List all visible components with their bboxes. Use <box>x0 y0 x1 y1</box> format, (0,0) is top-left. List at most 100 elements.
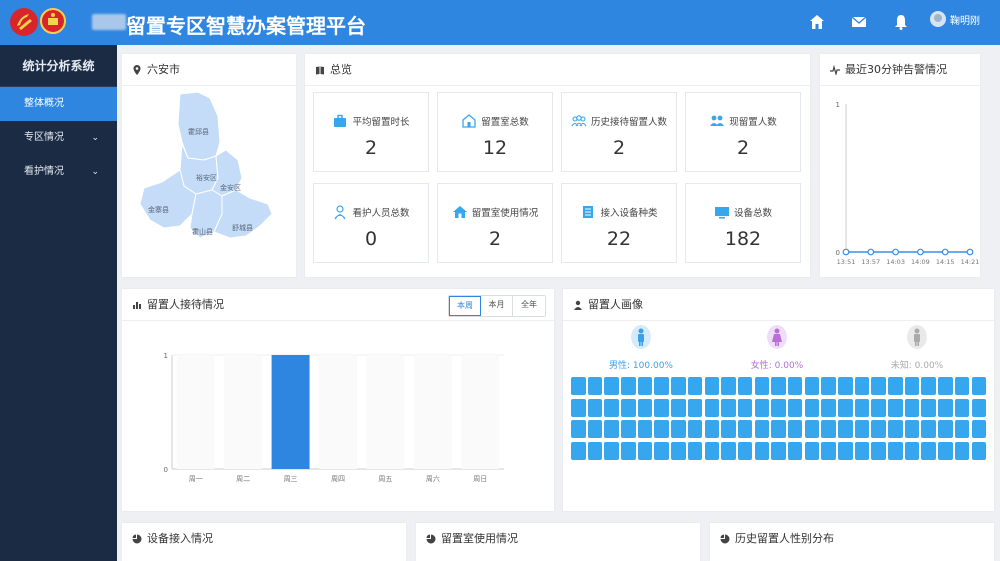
x-tick-label: 周二 <box>236 475 250 483</box>
person-cell <box>737 398 753 417</box>
x-tick-label: 周五 <box>378 475 392 483</box>
card-label: 设备总数 <box>733 208 772 219</box>
panel-title: 总览 <box>305 54 810 86</box>
person-cell <box>821 420 836 438</box>
person-cell <box>754 420 770 438</box>
card-label: 历史接待留置人数 <box>590 117 667 128</box>
map-label: 金寨县 <box>148 205 169 214</box>
stat-card-history-reception[interactable]: 历史接待留置人数 2 <box>561 92 677 172</box>
person-cell <box>838 377 853 395</box>
card-value: 2 <box>488 228 502 250</box>
person-cell <box>871 420 886 438</box>
person-cell <box>938 398 953 417</box>
person-cell <box>687 441 703 460</box>
card-value: 2 <box>364 137 378 159</box>
x-tick-label: 14:09 <box>911 258 930 266</box>
range-week-button[interactable]: 本周 <box>449 296 481 316</box>
person-cell <box>821 398 836 417</box>
person-cell <box>821 377 836 395</box>
person-cell <box>571 441 586 460</box>
x-tick-label: 周日 <box>473 475 487 483</box>
stat-card-device-total[interactable]: 设备总数 182 <box>685 183 801 263</box>
person-cell <box>654 420 669 438</box>
person-cell <box>771 441 786 460</box>
users-icon <box>710 115 725 126</box>
stat-card-avg-duration[interactable]: 平均留置时长 2 <box>313 92 429 172</box>
monitor-icon <box>714 207 729 219</box>
top-header: 留置专区智慧办案管理平台 鞠明刚 <box>0 0 1000 45</box>
sidebar-item-zone[interactable]: 专区情况 ⌄ <box>0 121 117 155</box>
panel-title: 最近30分钟告警情况 <box>820 54 980 86</box>
chevron-down-icon: ⌄ <box>91 167 99 177</box>
user-menu[interactable]: 鞠明刚 <box>930 11 980 27</box>
person-cell <box>737 441 753 460</box>
data-point <box>966 248 974 256</box>
device-access-panel: 设备接入情况 <box>122 523 406 561</box>
pie-chart-icon <box>132 534 142 544</box>
person-cell <box>871 441 886 460</box>
briefcase-icon <box>334 114 347 127</box>
bar-chart-icon <box>133 301 141 309</box>
stat-card-guard-total[interactable]: 看护人员总数 0 <box>313 183 429 263</box>
gender-history-title: 历史留置人性别分布 <box>735 532 834 545</box>
person-cell <box>687 420 703 438</box>
person-cell <box>721 377 736 395</box>
range-year-button[interactable]: 全年 <box>513 296 545 316</box>
person-cell <box>804 377 820 395</box>
sidebar-item-label: 看护情况 <box>24 166 64 177</box>
user-icon <box>574 300 582 310</box>
range-month-button[interactable]: 本月 <box>481 296 513 316</box>
person-cell <box>938 377 953 395</box>
pulse-icon <box>830 64 840 75</box>
person-cell <box>721 441 736 460</box>
data-point <box>867 248 875 256</box>
user-name: 鞠明刚 <box>950 15 980 27</box>
person-cell <box>754 441 770 460</box>
stat-card-device-types[interactable]: 接入设备种类 22 <box>561 183 677 263</box>
person-cell <box>804 398 820 417</box>
x-tick-label: 13:57 <box>861 258 880 266</box>
device-access-title: 设备接入情况 <box>147 532 213 545</box>
card-label: 接入设备种类 <box>600 208 658 219</box>
person-cell <box>804 441 820 460</box>
blurred-org-name <box>92 14 126 30</box>
y-tick-label: 1 <box>164 352 168 360</box>
unknown-person-icon <box>907 325 927 349</box>
person-cell <box>604 420 619 438</box>
map-title: 六安市 <box>147 62 180 76</box>
person-cell <box>737 420 753 438</box>
room-usage-title: 留置室使用情况 <box>441 532 518 545</box>
bar-background <box>224 355 263 469</box>
panel-title: 留置室使用情况 <box>416 523 700 555</box>
home-icon[interactable] <box>808 13 826 31</box>
person-cell <box>604 377 619 395</box>
person-cell <box>904 377 920 395</box>
map-label: 裕安区 <box>196 173 217 182</box>
book-icon <box>316 66 324 74</box>
bell-icon[interactable] <box>892 13 910 31</box>
person-cell <box>921 420 936 438</box>
bar-background <box>461 355 500 469</box>
panel-title: 设备接入情况 <box>122 523 406 555</box>
group-icon <box>571 115 587 127</box>
stat-card-room-usage[interactable]: 留置室使用情况 2 <box>437 183 553 263</box>
mail-icon[interactable] <box>850 13 868 31</box>
alarm-line-chart: 0 1 13:51 13:57 14:03 14:09 14:15 14:21 <box>836 101 980 266</box>
portrait-title: 留置人画像 <box>588 297 643 311</box>
sidebar-item-guard[interactable]: 看护情况 ⌄ <box>0 155 117 189</box>
x-tick-label: 14:15 <box>936 258 955 266</box>
stat-card-room-total[interactable]: 留置室总数 12 <box>437 92 553 172</box>
person-cell <box>671 377 686 395</box>
pie-chart-icon <box>720 534 730 544</box>
pie-chart-icon <box>426 534 436 544</box>
region-map: 霍邱县 裕安区 金安区 金寨县 霍山县 舒城县 <box>139 91 273 239</box>
person-cell <box>621 398 636 417</box>
person-cell <box>854 377 870 395</box>
person-cell <box>821 441 836 460</box>
map-marker-icon <box>133 64 141 75</box>
person-cell <box>604 441 619 460</box>
person-cell <box>637 377 653 395</box>
sidebar-item-overview[interactable]: 整体概况 <box>0 87 117 121</box>
stat-card-current-detained[interactable]: 现留置人数 2 <box>685 92 801 172</box>
person-grid <box>571 377 986 460</box>
